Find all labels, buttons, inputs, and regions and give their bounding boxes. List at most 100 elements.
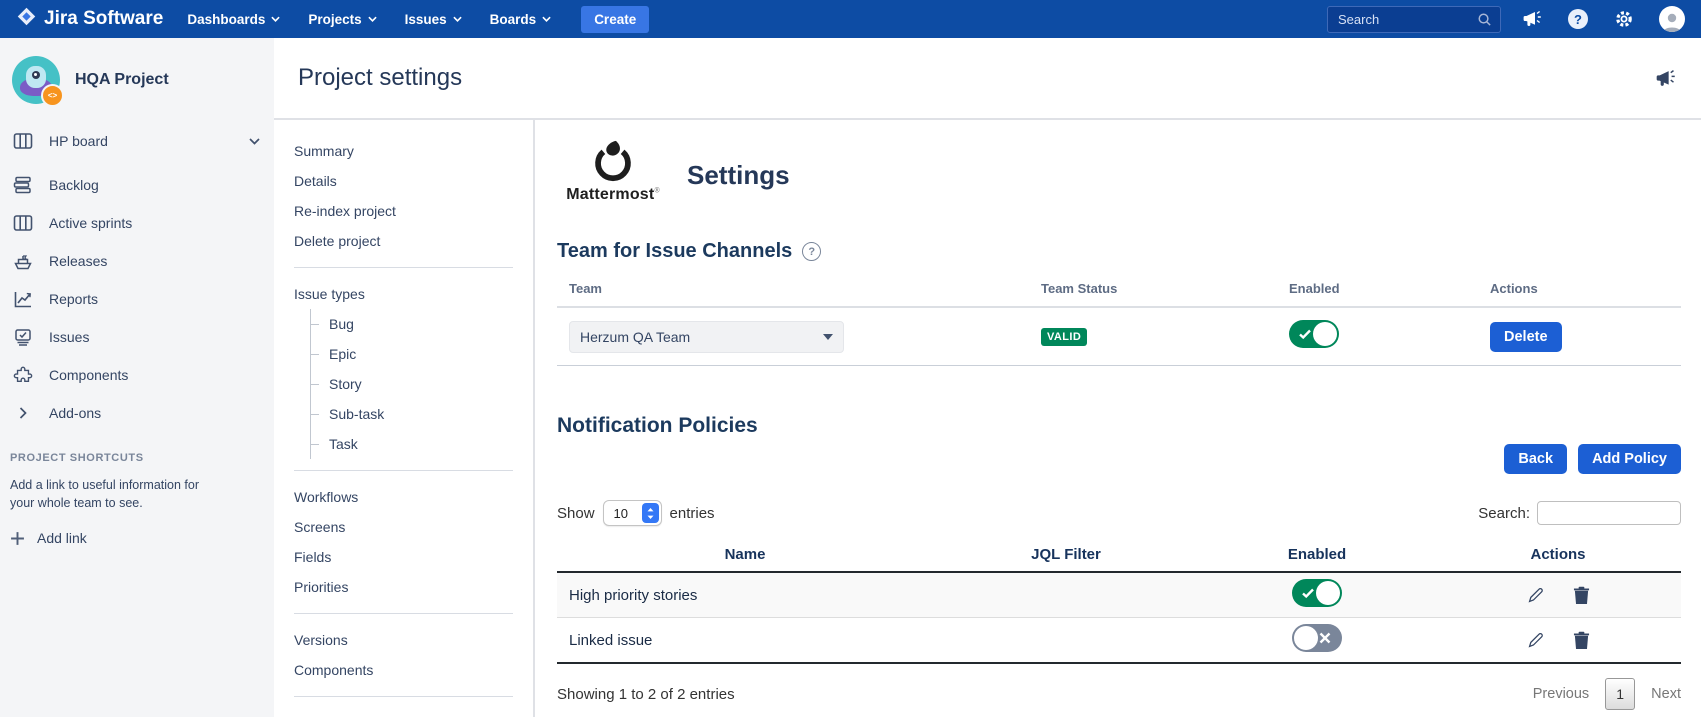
policy-enabled-toggle[interactable] bbox=[1292, 579, 1342, 607]
add-policy-button[interactable]: Add Policy bbox=[1578, 444, 1681, 474]
page-number-button[interactable]: 1 bbox=[1605, 678, 1635, 710]
navbar-search[interactable] bbox=[1327, 6, 1501, 33]
settings-item-bug[interactable]: Bug bbox=[311, 309, 533, 339]
sidebar-item-components[interactable]: Components bbox=[0, 356, 274, 394]
policy-enabled-toggle[interactable] bbox=[1292, 624, 1342, 652]
project-header[interactable]: <> HQA Project bbox=[0, 38, 274, 118]
settings-item-components[interactable]: Components bbox=[294, 655, 533, 685]
col-team: Team bbox=[557, 281, 1029, 296]
jira-diamond-icon bbox=[16, 6, 37, 33]
megaphone-icon[interactable] bbox=[1521, 8, 1543, 30]
brand-text: Jira Software bbox=[44, 8, 163, 30]
next-button[interactable]: Next bbox=[1651, 686, 1681, 702]
policies-footer: Showing 1 to 2 of 2 entries Previous 1 N… bbox=[557, 678, 1681, 710]
create-button[interactable]: Create bbox=[581, 6, 649, 33]
issues-icon bbox=[12, 326, 34, 348]
settings-item-issue-types[interactable]: Issue types bbox=[294, 279, 533, 309]
sidebar-item-label: Backlog bbox=[49, 177, 99, 193]
chevron-down-icon bbox=[453, 16, 462, 22]
divider bbox=[294, 470, 513, 471]
sidebar-item-label: Add-ons bbox=[49, 405, 101, 421]
settings-item-subtask[interactable]: Sub-task bbox=[311, 399, 533, 429]
gear-icon[interactable] bbox=[1613, 8, 1635, 30]
settings-item-summary[interactable]: Summary bbox=[294, 136, 533, 166]
team-select[interactable]: Herzum QA Team bbox=[569, 321, 844, 353]
sidebar-item-board[interactable]: HP board bbox=[0, 122, 274, 160]
backlog-icon bbox=[12, 174, 34, 196]
nav-boards[interactable]: Boards bbox=[490, 12, 552, 27]
help-icon[interactable]: ? bbox=[1567, 8, 1589, 30]
page-size-value: 10 bbox=[614, 506, 636, 521]
help-circle-icon[interactable]: ? bbox=[802, 242, 821, 261]
nav-dashboards[interactable]: Dashboards bbox=[187, 12, 280, 27]
sidebar-item-releases[interactable]: Releases bbox=[0, 242, 274, 280]
settings-item-task[interactable]: Task bbox=[311, 429, 533, 459]
add-link-button[interactable]: Add link bbox=[10, 530, 260, 546]
sidebar-item-reports[interactable]: Reports bbox=[0, 280, 274, 318]
delete-team-button[interactable]: Delete bbox=[1490, 322, 1562, 352]
settings-nav: Summary Details Re-index project Delete … bbox=[274, 120, 535, 717]
settings-item-screens[interactable]: Screens bbox=[294, 512, 533, 542]
settings-item-reindex[interactable]: Re-index project bbox=[294, 196, 533, 226]
edit-policy-icon[interactable] bbox=[1525, 630, 1545, 650]
x-icon bbox=[1318, 631, 1332, 645]
edit-policy-icon[interactable] bbox=[1525, 585, 1545, 605]
settings-item-users-roles[interactable]: Users and roles bbox=[294, 708, 533, 717]
sidebar-item-label: Active sprints bbox=[49, 215, 132, 231]
settings-item-epic[interactable]: Epic bbox=[311, 339, 533, 369]
project-sidebar: <> HQA Project HP board Backlog bbox=[0, 38, 274, 717]
policies-search-input[interactable] bbox=[1537, 501, 1681, 525]
board-icon bbox=[12, 130, 34, 152]
col-actions: Actions bbox=[1435, 546, 1681, 563]
policy-name: Linked issue bbox=[557, 632, 933, 649]
sidebar-item-issues[interactable]: Issues bbox=[0, 318, 274, 356]
policy-row: High priority stories bbox=[557, 573, 1681, 618]
search-icon bbox=[1477, 12, 1492, 27]
page-size-select[interactable]: 10 bbox=[603, 500, 662, 526]
person-icon bbox=[1660, 10, 1684, 32]
search-input[interactable] bbox=[1336, 11, 1477, 28]
settings-item-priorities[interactable]: Priorities bbox=[294, 572, 533, 602]
back-button[interactable]: Back bbox=[1504, 444, 1567, 474]
nav-issues[interactable]: Issues bbox=[405, 12, 462, 27]
project-name: HQA Project bbox=[75, 71, 169, 89]
sidebar-item-active-sprints[interactable]: Active sprints bbox=[0, 204, 274, 242]
divider bbox=[294, 696, 513, 697]
col-name: Name bbox=[557, 546, 933, 563]
jira-page: Jira Software Dashboards Projects Issues… bbox=[0, 0, 1701, 717]
col-actions: Actions bbox=[1478, 281, 1681, 296]
policy-name: High priority stories bbox=[557, 587, 933, 604]
col-enabled: Enabled bbox=[1199, 546, 1435, 563]
settings-item-fields[interactable]: Fields bbox=[294, 542, 533, 572]
settings-item-details[interactable]: Details bbox=[294, 166, 533, 196]
navbar-icons: ? bbox=[1521, 6, 1685, 32]
nav-projects[interactable]: Projects bbox=[308, 12, 376, 27]
team-enabled-toggle[interactable] bbox=[1289, 320, 1339, 348]
chevron-down-icon bbox=[271, 16, 280, 22]
sidebar-item-addons[interactable]: Add-ons bbox=[0, 394, 274, 432]
settings-item-versions[interactable]: Versions bbox=[294, 625, 533, 655]
previous-button[interactable]: Previous bbox=[1533, 686, 1589, 702]
settings-item-delete-project[interactable]: Delete project bbox=[294, 226, 533, 256]
jira-logo[interactable]: Jira Software bbox=[16, 6, 163, 33]
project-shortcuts: PROJECT SHORTCUTS Add a link to useful i… bbox=[0, 432, 274, 546]
delete-policy-icon[interactable] bbox=[1571, 585, 1591, 605]
user-avatar[interactable] bbox=[1659, 6, 1685, 32]
policies-title: Notification Policies bbox=[557, 414, 1681, 438]
stepper-icon bbox=[642, 503, 659, 523]
divider bbox=[294, 613, 513, 614]
sidebar-item-backlog[interactable]: Backlog bbox=[0, 166, 274, 204]
settings-item-story[interactable]: Story bbox=[311, 369, 533, 399]
delete-policy-icon[interactable] bbox=[1571, 630, 1591, 650]
chevron-down-icon bbox=[368, 16, 377, 22]
policies-controls: Show 10 entries Search: bbox=[557, 500, 1681, 526]
status-badge: VALID bbox=[1041, 328, 1087, 346]
entries-label: entries bbox=[670, 505, 715, 522]
sidebar-item-label: Components bbox=[49, 367, 128, 383]
feedback-megaphone-icon[interactable] bbox=[1653, 66, 1677, 90]
settings-item-workflows[interactable]: Workflows bbox=[294, 482, 533, 512]
entries-summary: Showing 1 to 2 of 2 entries bbox=[557, 686, 735, 703]
ship-icon bbox=[12, 250, 34, 272]
col-team-status: Team Status bbox=[1029, 281, 1277, 296]
shortcuts-heading: PROJECT SHORTCUTS bbox=[10, 452, 260, 464]
